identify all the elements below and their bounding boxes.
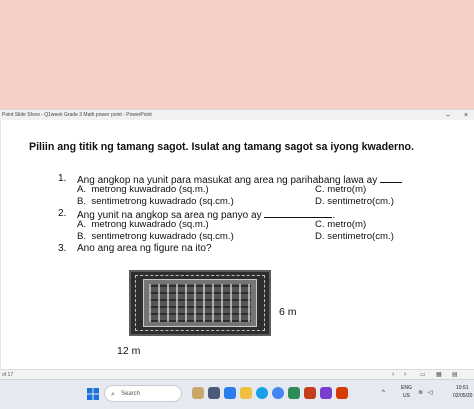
edge-icon[interactable] — [256, 387, 268, 399]
q2-choice-c: C. metro(m) — [315, 219, 367, 230]
question-2-number: 2. — [58, 208, 67, 219]
question-3-number: 3. — [58, 243, 67, 254]
figure-height-label: 6 m — [279, 306, 297, 318]
task-view-icon[interactable] — [208, 387, 220, 399]
q1-choice-c: C. metro(m) — [315, 184, 367, 195]
wifi-icon[interactable]: ≋ — [418, 389, 423, 396]
app-icon[interactable] — [288, 387, 300, 399]
chevron-up-icon[interactable]: ^ — [382, 390, 385, 396]
rug-figure — [129, 270, 271, 336]
teams-icon[interactable] — [224, 387, 236, 399]
question-1-number: 1. — [58, 173, 67, 184]
chrome-icon[interactable] — [272, 387, 284, 399]
powerpoint-open-icon[interactable] — [336, 387, 348, 399]
region-indicator: US — [403, 393, 410, 399]
taskbar-search-box[interactable]: ⌕ Search — [104, 385, 182, 402]
windows-logo-icon — [87, 388, 99, 400]
widgets-icon[interactable] — [192, 387, 204, 399]
answer-blank — [380, 173, 402, 183]
powerpoint-icon[interactable] — [304, 387, 316, 399]
search-icon: ⌕ — [111, 391, 115, 398]
q2-choice-b: B. sentimetrong kuwadrado (sq.cm.) — [77, 231, 234, 242]
app-icon-2[interactable] — [320, 387, 332, 399]
slide-heading: Piliin ang titik ng tamang sagot. Isulat… — [29, 141, 414, 153]
start-button[interactable] — [87, 387, 99, 400]
rug-pattern — [149, 284, 251, 322]
q2-choice-d: D. sentimetro(cm.) — [315, 231, 394, 242]
q2-choice-a: A. metrong kuwadrado (sq.m.) — [77, 219, 209, 230]
search-placeholder: Search — [121, 391, 141, 397]
q1-choice-a: A. metrong kuwadrado (sq.m.) — [77, 184, 209, 195]
clock-date: 02/05/20 — [453, 393, 473, 399]
volume-icon[interactable]: ◁ — [428, 389, 433, 396]
language-indicator[interactable]: ENG — [401, 385, 412, 391]
file-explorer-icon[interactable] — [240, 387, 252, 399]
figure-width-label: 12 m — [117, 345, 141, 357]
answer-blank — [264, 208, 333, 218]
clock-time[interactable]: 10:51 — [456, 385, 469, 391]
taskbar: ⌕ Search ^ ENG US ≋ ◁ 10:51 02/05/20 — [0, 379, 474, 409]
q1-choice-d: D. sentimetro(cm.) — [315, 196, 394, 207]
question-3-text: Ano ang area ng figure na ito? — [77, 243, 212, 254]
q1-choice-b: B. sentimetrong kuwadrado (sq.cm.) — [77, 196, 234, 207]
